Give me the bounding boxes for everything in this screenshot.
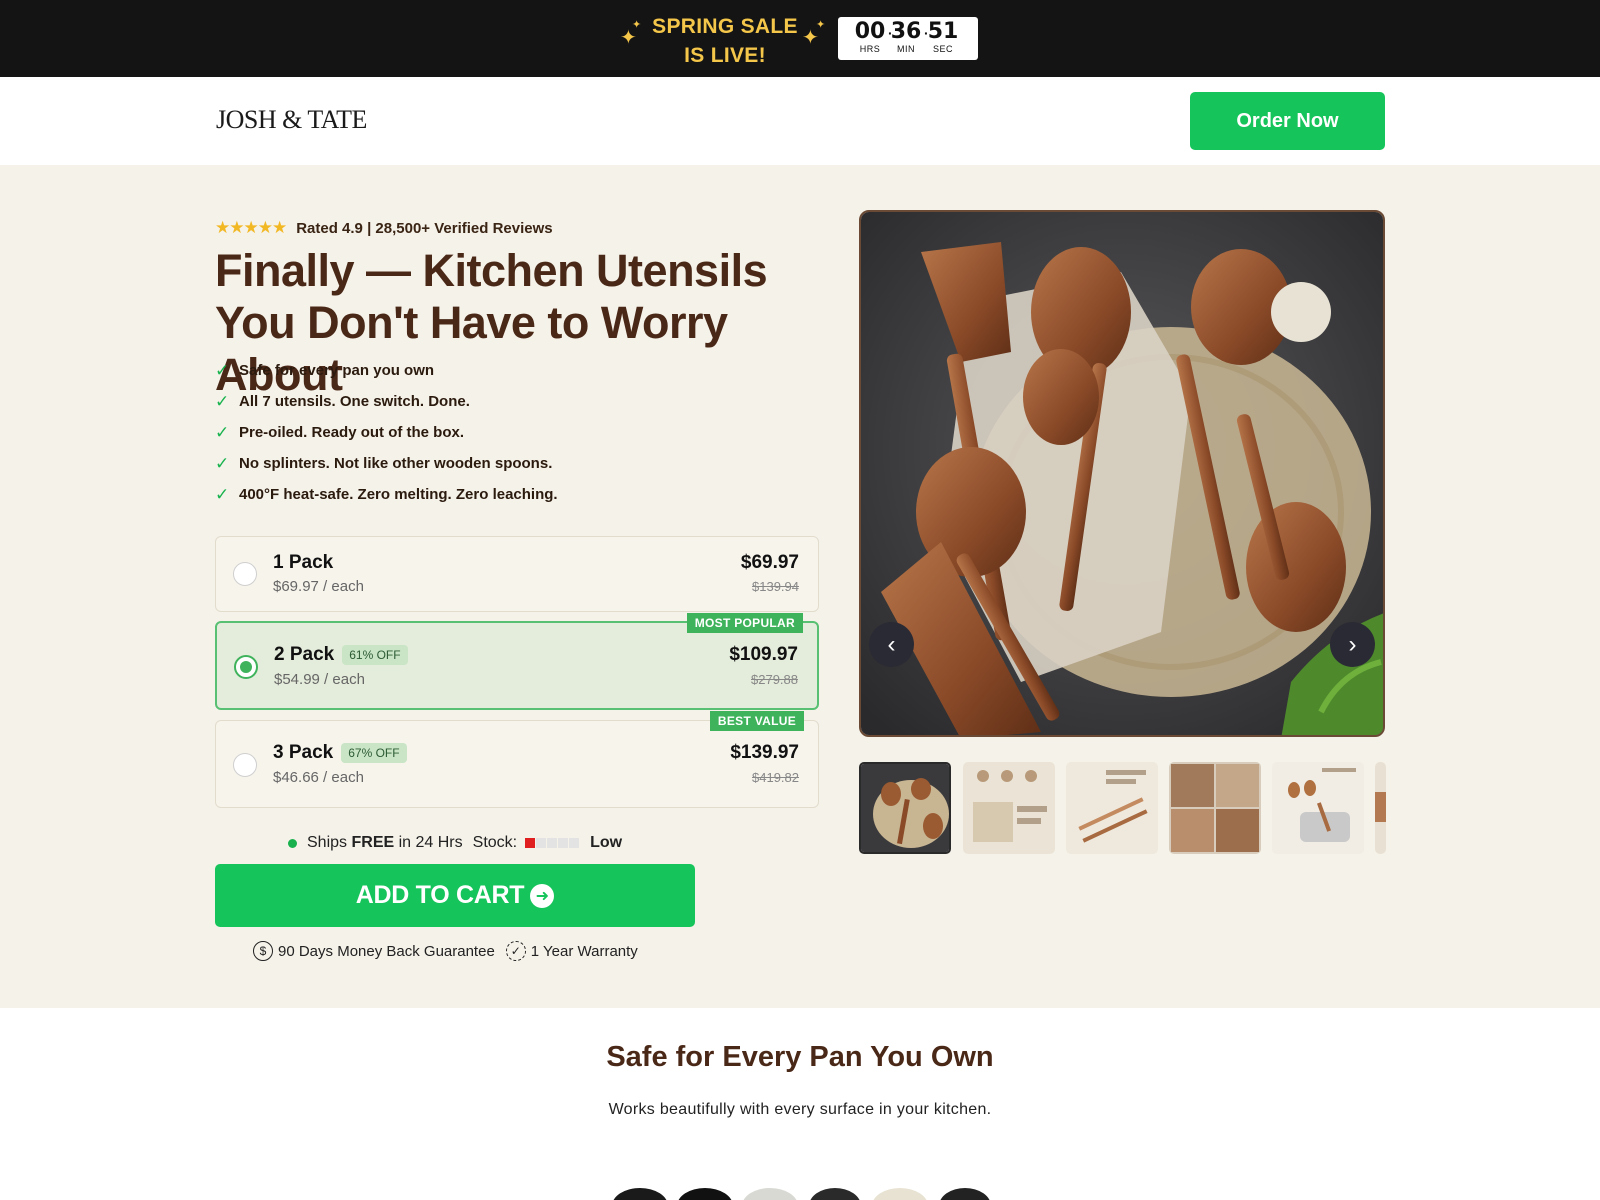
radio-button[interactable] [233, 562, 257, 586]
timer-minutes: 36 MIN [890, 19, 922, 55]
shipping-stock-row: Ships FREE in 24 Hrs Stock: Low [288, 832, 622, 854]
pack-option-1[interactable]: 1 Pack $69.97 / each $69.97 $139.94 [215, 536, 819, 612]
rating-row: ★★★★★ Rated 4.9 | 28,500+ Verified Revie… [215, 217, 553, 239]
sparkle-icon: ✦ [802, 27, 819, 49]
sparkle-icon: ✦ [816, 19, 826, 31]
thumbnail-1[interactable] [859, 762, 951, 854]
dollar-icon: $ [253, 941, 273, 961]
benefit-item: ✓ Pre-oiled. Ready out of the box. [215, 422, 465, 442]
section-subtitle: Works beautifully with every surface in … [608, 1101, 992, 1118]
stock-segment [558, 838, 569, 848]
site-header: JOSH & TATE Order Now [0, 77, 1600, 165]
gallery-next-button[interactable]: › [1330, 622, 1375, 667]
pack-price: $69.97 [740, 552, 799, 573]
stock-segment [569, 838, 580, 848]
best-value-ribbon: BEST VALUE [709, 711, 804, 731]
pack-name: 3 Pack 67% OFF [273, 742, 407, 764]
sparkle-icon: ✦ [620, 27, 637, 49]
pack-unit-price: $54.99 / each [274, 671, 365, 688]
radio-button[interactable] [233, 753, 257, 777]
chevron-left-icon: ‹ [887, 630, 896, 658]
sale-line-1: SPRING SALE [652, 15, 798, 38]
pack-price: $139.97 [730, 742, 799, 763]
promo-banner: ✦ ✦ SPRING SALE IS LIVE! ✦ ✦ 00 HRS · 36… [0, 0, 1600, 77]
stock-segment [547, 838, 558, 848]
star-rating-icon: ★★★★★ [215, 218, 287, 237]
pack-old-price: $279.88 [751, 672, 798, 687]
check-icon: ✓ [215, 422, 230, 442]
thumbnail-2[interactable] [963, 762, 1055, 854]
most-popular-ribbon: MOST POPULAR [686, 613, 803, 633]
order-now-button[interactable]: Order Now [1190, 92, 1385, 150]
hero-section: ★★★★★ Rated 4.9 | 28,500+ Verified Revie… [0, 165, 1600, 1008]
pack-unit-price: $69.97 / each [273, 578, 364, 595]
pack-option-3[interactable]: BEST VALUE 3 Pack 67% OFF $46.66 / each $… [215, 711, 819, 808]
benefit-item: ✓ Safe for every pan you own [215, 360, 435, 380]
status-dot-icon [288, 838, 297, 848]
pack-unit-price: $46.66 / each [273, 769, 364, 786]
pack-name: 1 Pack [273, 552, 334, 573]
benefit-item: ✓ 400°F heat-safe. Zero melting. Zero lea… [215, 484, 558, 504]
gallery-prev-button[interactable]: ‹ [869, 622, 914, 667]
sale-line-2: IS LIVE! [684, 44, 766, 67]
sale-announcement: ✦ ✦ SPRING SALE IS LIVE! ✦ ✦ [620, 10, 830, 68]
stock-segment [536, 838, 547, 848]
arrow-right-icon: ➜ [530, 883, 555, 908]
pack-price: $109.97 [729, 644, 798, 665]
benefit-item: ✓ All 7 utensils. One switch. Done. [215, 391, 470, 411]
thumbnail-image [1272, 762, 1364, 854]
gallery-thumbnails [859, 762, 1386, 857]
pack-name: 2 Pack 61% OFF [274, 644, 408, 666]
stock-level-bar [525, 838, 580, 848]
warranty-badge-icon: ✓ [505, 941, 526, 961]
thumbnail-image [1066, 762, 1158, 854]
thumbnail-6[interactable] [1375, 762, 1386, 854]
thumbnail-3[interactable] [1066, 762, 1158, 854]
add-to-cart-button[interactable]: ADD TO CART ➜ [215, 864, 695, 927]
thumbnail-image [1375, 762, 1386, 854]
section-title: Safe for Every Pan You Own [606, 1041, 994, 1073]
stock-segment [525, 838, 536, 848]
benefits-list: ✓ Safe for every pan you own ✓ All 7 utens… [215, 355, 558, 510]
pack-option-2[interactable]: MOST POPULAR 2 Pack 61% OFF $54.99 / each… [215, 613, 819, 710]
countdown-timer: 00 HRS · 36 MIN · 51 SEC [838, 17, 978, 60]
thumbnail-4[interactable] [1169, 762, 1261, 854]
pack-old-price: $419.82 [752, 770, 799, 785]
thumbnail-image [861, 764, 949, 852]
timer-hours: 00 HRS [854, 19, 886, 55]
chevron-right-icon: › [1348, 630, 1357, 658]
guarantee-row: $ 90 Days Money Back Guarantee ✓ 1 Year … [253, 939, 638, 963]
stock-level: Low [590, 834, 623, 851]
radio-button[interactable] [234, 655, 258, 679]
timer-seconds: 51 SEC [927, 19, 959, 55]
thumbnail-5[interactable] [1272, 762, 1364, 854]
check-icon: ✓ [215, 453, 230, 473]
sparkle-icon: ✦ [632, 19, 642, 31]
brand-logo[interactable]: JOSH & TATE [216, 105, 367, 135]
wooden-utensils-photo [861, 212, 1383, 735]
check-icon: ✓ [215, 484, 230, 504]
pans-image [610, 1178, 990, 1200]
sale-text: SPRING SALE IS LIVE! [642, 12, 808, 70]
discount-badge: 67% OFF [341, 742, 407, 763]
check-icon: ✓ [215, 360, 230, 380]
product-main-image [859, 210, 1385, 737]
discount-badge: 61% OFF [342, 644, 408, 665]
benefit-item: ✓ No splinters. Not like other wooden spo… [215, 453, 553, 473]
rating-text: Rated 4.9 | 28,500+ Verified Reviews [296, 219, 553, 237]
pan-lineup-illustration [613, 1188, 990, 1200]
thumbnail-image [963, 762, 1055, 854]
thumbnail-image [1169, 762, 1261, 854]
radio-selected-dot [240, 661, 252, 673]
check-icon: ✓ [215, 391, 230, 411]
pack-old-price: $139.94 [752, 579, 799, 594]
